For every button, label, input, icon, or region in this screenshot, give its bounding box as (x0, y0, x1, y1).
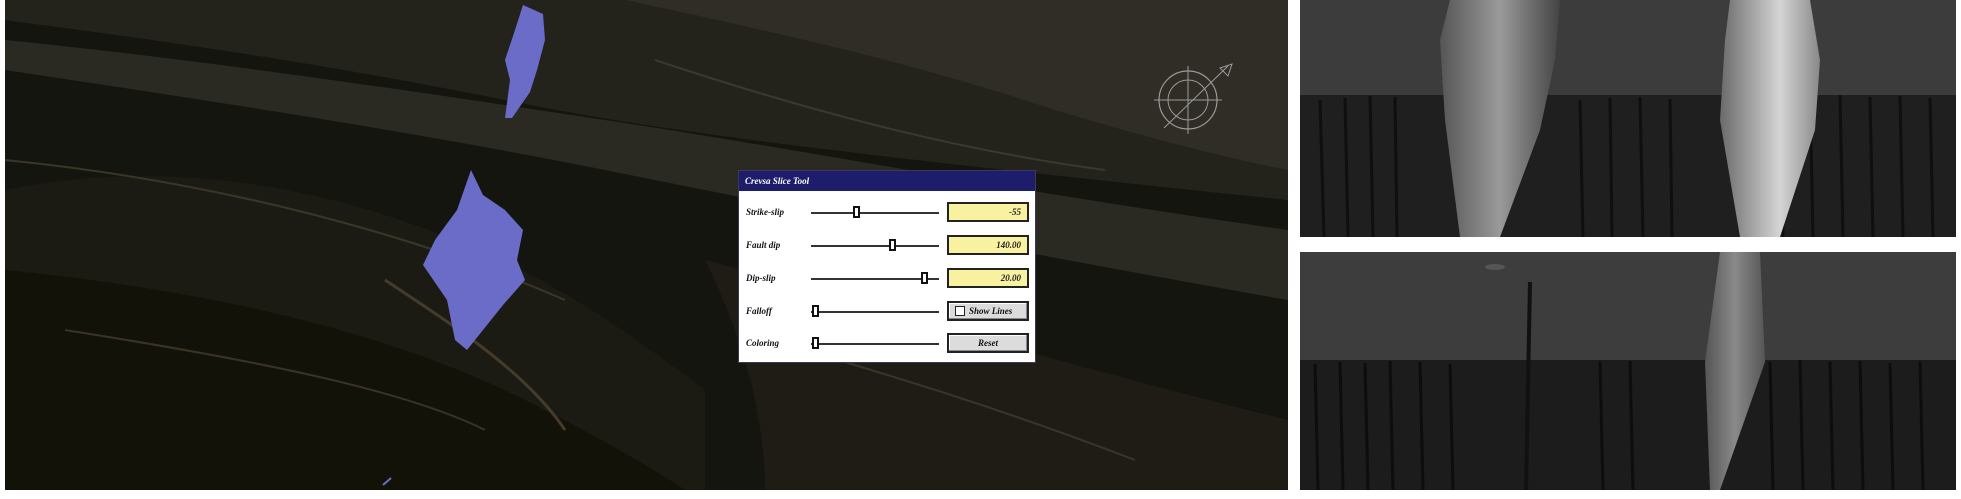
terrain-3d-view[interactable]: Crevsa Slice Tool Strike-slip -55 Fault … (5, 0, 1288, 490)
relief-render-top (1300, 0, 1956, 237)
terrain-render (5, 0, 1288, 490)
coloring-slider[interactable] (811, 337, 939, 349)
strike-slip-slider[interactable] (811, 206, 939, 218)
slider-thumb[interactable] (888, 239, 896, 251)
falloff-label: Falloff (746, 306, 772, 316)
slider-thumb[interactable] (852, 206, 860, 218)
fault-dip-slider[interactable] (811, 239, 939, 251)
dialog-title[interactable]: Crevsa Slice Tool (739, 171, 1035, 191)
slice-tool-dialog: Crevsa Slice Tool Strike-slip -55 Fault … (738, 170, 1036, 363)
slider-thumb[interactable] (920, 272, 928, 284)
slider-thumb[interactable] (811, 337, 819, 349)
fault-dip-label: Fault dip (746, 240, 781, 250)
fault-dip-value-field[interactable]: 140.00 (947, 235, 1029, 255)
falloff-slider[interactable] (811, 305, 939, 317)
dip-slip-slider[interactable] (811, 272, 939, 284)
dip-slip-row: Dip-slip 20.00 (739, 264, 1037, 292)
strike-slip-row: Strike-slip -55 (739, 198, 1037, 226)
strike-slip-label: Strike-slip (746, 207, 785, 217)
show-lines-label: Show Lines (969, 306, 1013, 316)
strike-slip-value-field[interactable]: -55 (947, 202, 1029, 222)
fault-dip-row: Fault dip 140.00 (739, 231, 1037, 259)
dip-slip-label: Dip-slip (746, 273, 776, 283)
relief-view-bottom (1300, 252, 1956, 490)
show-lines-toggle[interactable]: Show Lines (947, 301, 1029, 321)
reset-button[interactable]: Reset (947, 333, 1029, 353)
slider-thumb[interactable] (811, 305, 819, 317)
checkbox-icon[interactable] (955, 305, 965, 316)
coloring-label: Coloring (746, 338, 780, 348)
dip-slip-value-field[interactable]: 20.00 (947, 268, 1029, 288)
coloring-row: Coloring Reset (739, 329, 1037, 357)
compass-icon[interactable] (1150, 58, 1240, 148)
relief-view-top (1300, 0, 1956, 237)
falloff-row: Falloff Show Lines (739, 297, 1037, 325)
relief-render-bottom (1300, 252, 1956, 490)
